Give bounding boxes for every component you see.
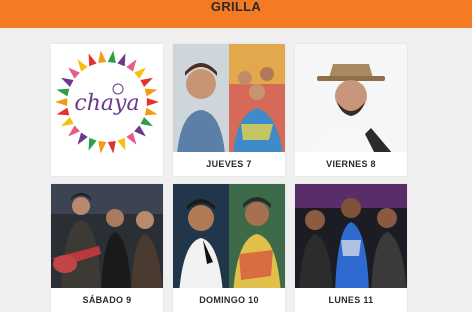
wreath-triangle [77, 132, 88, 145]
wreath-triangle [107, 50, 116, 63]
logo-text: chaya [74, 91, 139, 116]
wreath-triangle [126, 132, 137, 145]
page-title: GRILLA [210, 0, 262, 14]
wreath-triangle [107, 141, 116, 154]
wreath-triangle [77, 59, 88, 72]
wreath-triangle [117, 137, 126, 151]
wreath-triangle [88, 137, 97, 151]
event-card-domingo-10[interactable]: DOMINGO 10 [173, 184, 285, 312]
event-card-viernes-8[interactable]: VIERNES 8 [295, 44, 407, 176]
wreath-triangle [144, 107, 158, 116]
artist-photo [295, 44, 407, 154]
event-day-label: SÁBADO 9 [51, 288, 163, 312]
event-day-label: LUNES 11 [295, 288, 407, 312]
wreath-triangle [56, 88, 70, 97]
wreath-triangle [144, 88, 158, 97]
wreath-triangle [140, 117, 153, 127]
wreath-triangle [146, 98, 159, 106]
wreath-triangle [140, 77, 153, 87]
wreath-triangle [98, 50, 107, 63]
event-day-label: JUEVES 7 [173, 152, 285, 176]
event-card-lunes-11[interactable]: LUNES 11 [295, 184, 407, 312]
wreath-triangle [117, 53, 126, 67]
artist-photo [51, 184, 163, 294]
chaya-logo: chaya [55, 50, 159, 154]
chaya-logo-card[interactable]: chaya [51, 44, 163, 176]
event-card-sabado-9[interactable]: SÁBADO 9 [51, 184, 163, 312]
wreath-triangle [68, 67, 80, 79]
wreath-triangle [56, 107, 70, 116]
event-card-jueves-7[interactable]: JUEVES 7 [173, 44, 285, 176]
wreath-triangle [61, 117, 74, 127]
wreath-triangle [55, 98, 68, 106]
event-day-label: DOMINGO 10 [173, 288, 285, 312]
wreath-triangle [126, 59, 137, 72]
header-bar: GRILLA [0, 0, 472, 28]
wreath-triangle [88, 53, 97, 67]
wreath-triangle [134, 125, 146, 137]
event-day-label: VIERNES 8 [295, 152, 407, 176]
artist-photo [295, 184, 407, 294]
artist-photo [173, 44, 285, 154]
wreath-triangle [61, 77, 74, 87]
wreath-triangle [98, 141, 107, 154]
wreath-triangle [68, 125, 80, 137]
artist-photo [173, 184, 285, 294]
wreath-triangle [134, 67, 146, 79]
